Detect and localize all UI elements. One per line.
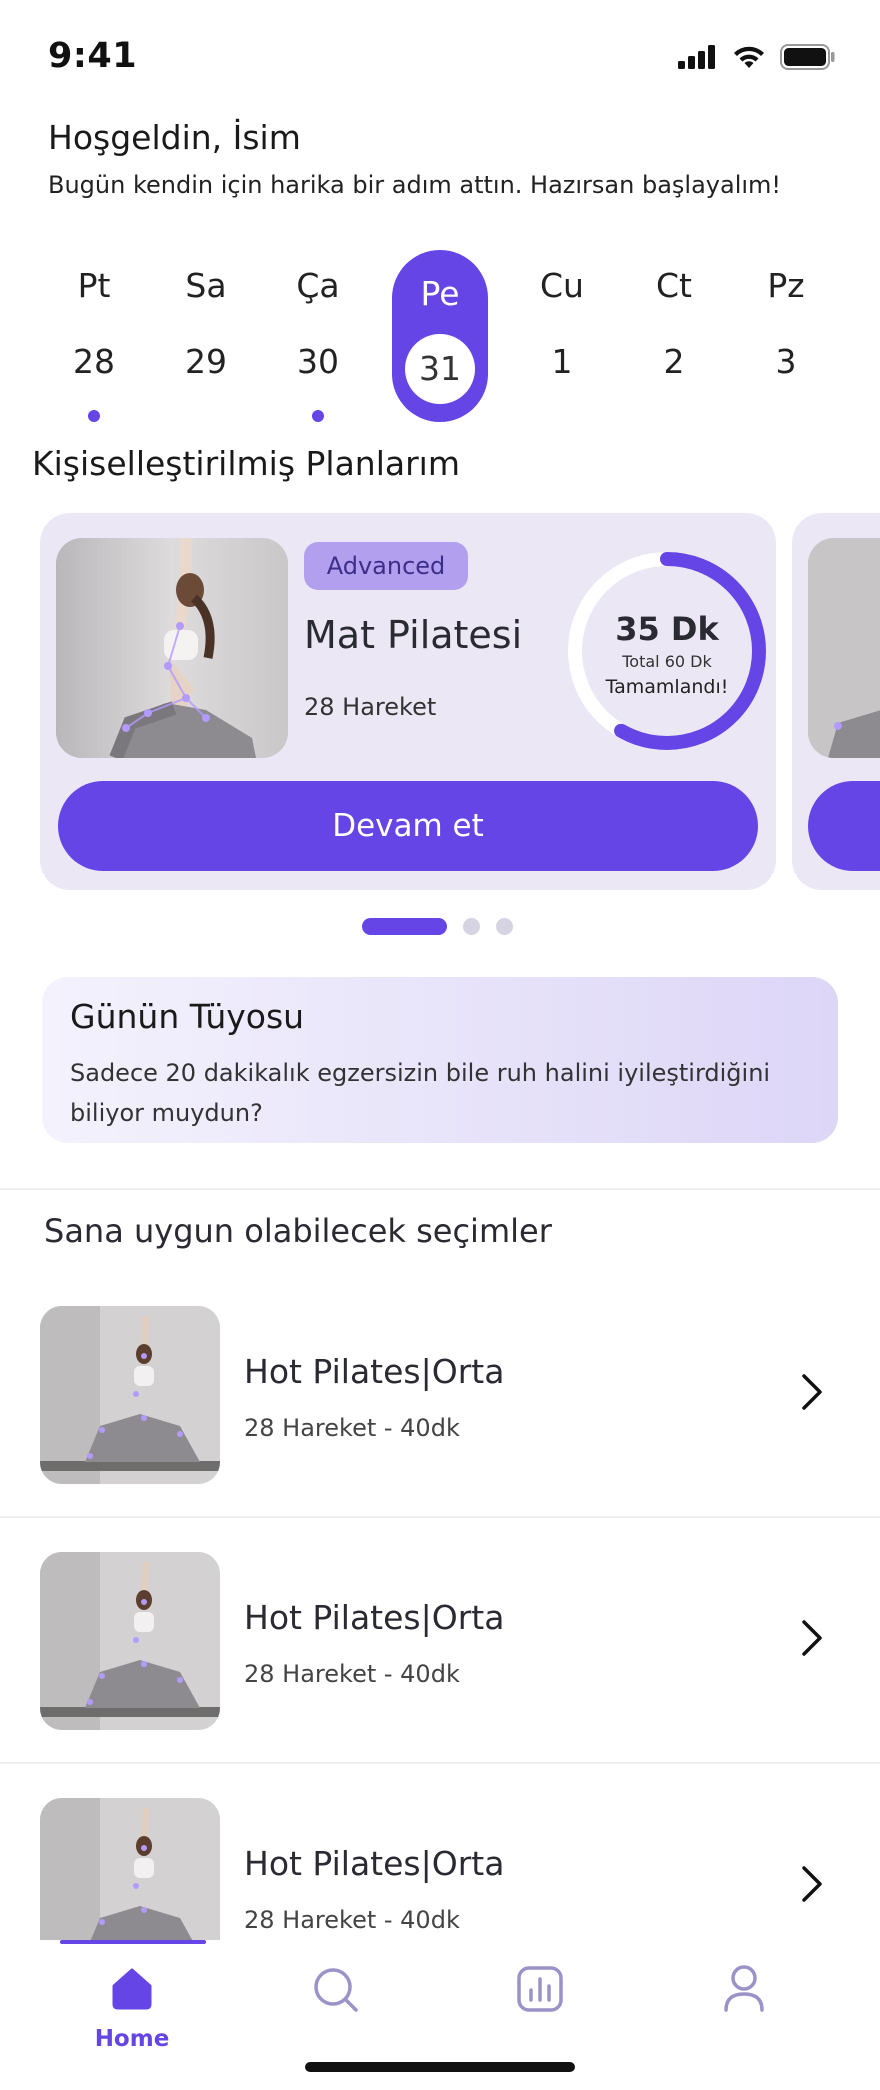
tip-text: Sadece 20 dakikalık egzersizin bile ruh … xyxy=(70,1059,771,1127)
recommendation-thumbnail-image xyxy=(40,1306,220,1484)
chevron-right-icon[interactable] xyxy=(800,1618,824,1658)
day-name: Cu xyxy=(540,266,584,305)
calendar-day-pt[interactable]: Pt 28 xyxy=(46,250,142,422)
calendar-day-sa[interactable]: Sa 29 xyxy=(158,250,254,422)
progress-ring-graphic xyxy=(568,552,766,750)
plans-carousel[interactable]: Advanced Mat Pilatesi 28 Hareket 35 Dk T… xyxy=(0,513,880,891)
tab-home[interactable]: Home xyxy=(62,1960,202,2060)
day-name: Pz xyxy=(767,266,805,305)
plan-card-next-peek[interactable] xyxy=(792,513,880,890)
day-name: Pt xyxy=(77,266,111,305)
chevron-right-icon[interactable] xyxy=(800,1372,824,1412)
plans-section-title: Kişiselleştirilmiş Planlarım xyxy=(32,444,460,483)
next-card-button[interactable] xyxy=(808,781,880,871)
recommendation-thumbnail-image xyxy=(40,1552,220,1730)
day-number: 31 xyxy=(419,349,461,388)
calendar-day-ca[interactable]: Ça 30 xyxy=(270,250,366,422)
recommendations-section-title: Sana uygun olabilecek seçimler xyxy=(44,1212,552,1250)
plan-name: Mat Pilatesi xyxy=(304,613,523,657)
progress-label: Tamamlandı! xyxy=(605,676,729,698)
plan-card[interactable]: Advanced Mat Pilatesi 28 Hareket 35 Dk T… xyxy=(40,513,776,890)
plan-thumbnail-image xyxy=(808,538,880,758)
progress-ring: 35 Dk Total 60 Dk Tamamlandı! xyxy=(564,548,770,754)
carousel-pagination xyxy=(362,918,522,938)
tab-profile[interactable] xyxy=(674,1960,814,2060)
day-name: Ct xyxy=(656,266,692,305)
progress-value: 35 Dk xyxy=(615,610,719,648)
recommendation-meta: 28 Hareket - 40dk xyxy=(244,1414,460,1442)
pagination-dot[interactable] xyxy=(463,918,480,935)
day-name: Sa xyxy=(185,266,227,305)
plan-moves-count: 28 Hareket xyxy=(304,693,437,721)
activity-dot xyxy=(312,410,324,422)
day-number: 2 xyxy=(663,342,685,381)
calendar-day-cu[interactable]: Cu 1 xyxy=(514,250,610,422)
tab-search[interactable] xyxy=(266,1960,406,2060)
home-icon xyxy=(112,1968,152,2010)
calendar-day-pe-selected[interactable]: Pe 31 xyxy=(392,250,488,422)
day-number: 29 xyxy=(185,342,227,381)
divider xyxy=(0,1516,880,1518)
divider xyxy=(0,1188,880,1190)
plan-thumbnail-image xyxy=(56,538,288,758)
recommendation-title: Hot Pilates|Orta xyxy=(244,1844,505,1883)
search-icon xyxy=(314,1968,358,2012)
home-indicator xyxy=(305,2062,575,2072)
cellular-signal-icon xyxy=(678,45,715,69)
calendar-day-ct[interactable]: Ct 2 xyxy=(626,250,722,422)
recommendation-meta: 28 Hareket - 40dk xyxy=(244,1906,460,1934)
status-icons xyxy=(678,44,836,70)
progress-total: Total 60 Dk xyxy=(622,652,712,671)
recommendation-title: Hot Pilates|Orta xyxy=(244,1352,505,1391)
day-number: 1 xyxy=(551,342,573,381)
battery-icon xyxy=(780,44,835,70)
divider xyxy=(0,1762,880,1764)
status-bar: 9:41 xyxy=(0,0,880,110)
day-number: 30 xyxy=(297,342,339,381)
tab-statistics[interactable] xyxy=(470,1960,610,2060)
stats-icon xyxy=(517,1966,563,2012)
greeting-subtitle: Bugün kendin için harika bir adım attın.… xyxy=(48,171,782,199)
recommendation-title: Hot Pilates|Orta xyxy=(244,1598,505,1637)
tip-title: Günün Tüyosu xyxy=(70,997,305,1036)
day-name: Ça xyxy=(296,266,340,305)
greeting-title: Hoşgeldin, İsim xyxy=(48,118,301,157)
activity-dot xyxy=(88,410,100,422)
day-number: 3 xyxy=(775,342,797,381)
wifi-icon xyxy=(734,46,764,68)
pagination-dot[interactable] xyxy=(496,918,513,935)
profile-icon xyxy=(724,1965,764,2012)
continue-button[interactable]: Devam et xyxy=(58,781,758,871)
level-badge: Advanced xyxy=(304,542,468,590)
status-time: 9:41 xyxy=(48,36,138,76)
recommendation-thumbnail-image xyxy=(40,1798,220,1940)
calendar-day-pz[interactable]: Pz 3 xyxy=(738,250,834,422)
active-tab-indicator xyxy=(60,1940,206,1944)
greeting: Hoşgeldin, İsim Bugün kendin için harika… xyxy=(48,118,848,199)
tip-of-the-day-card: Günün Tüyosu Sadece 20 dakikalık egzersi… xyxy=(42,977,838,1143)
chevron-right-icon[interactable] xyxy=(800,1864,824,1904)
pagination-dot-active[interactable] xyxy=(362,918,447,935)
week-calendar: Pt 28 Sa 29 Ça 30 Pe 31 Cu 1 Ct 2 Pz 3 xyxy=(36,250,856,430)
tab-label: Home xyxy=(94,2026,170,2052)
day-number: 28 xyxy=(73,342,115,381)
recommendation-meta: 28 Hareket - 40dk xyxy=(244,1660,460,1688)
recommendation-item[interactable]: Hot Pilates|Orta 28 Hareket - 40dk xyxy=(0,1798,880,1940)
day-name: Pe xyxy=(420,274,460,313)
